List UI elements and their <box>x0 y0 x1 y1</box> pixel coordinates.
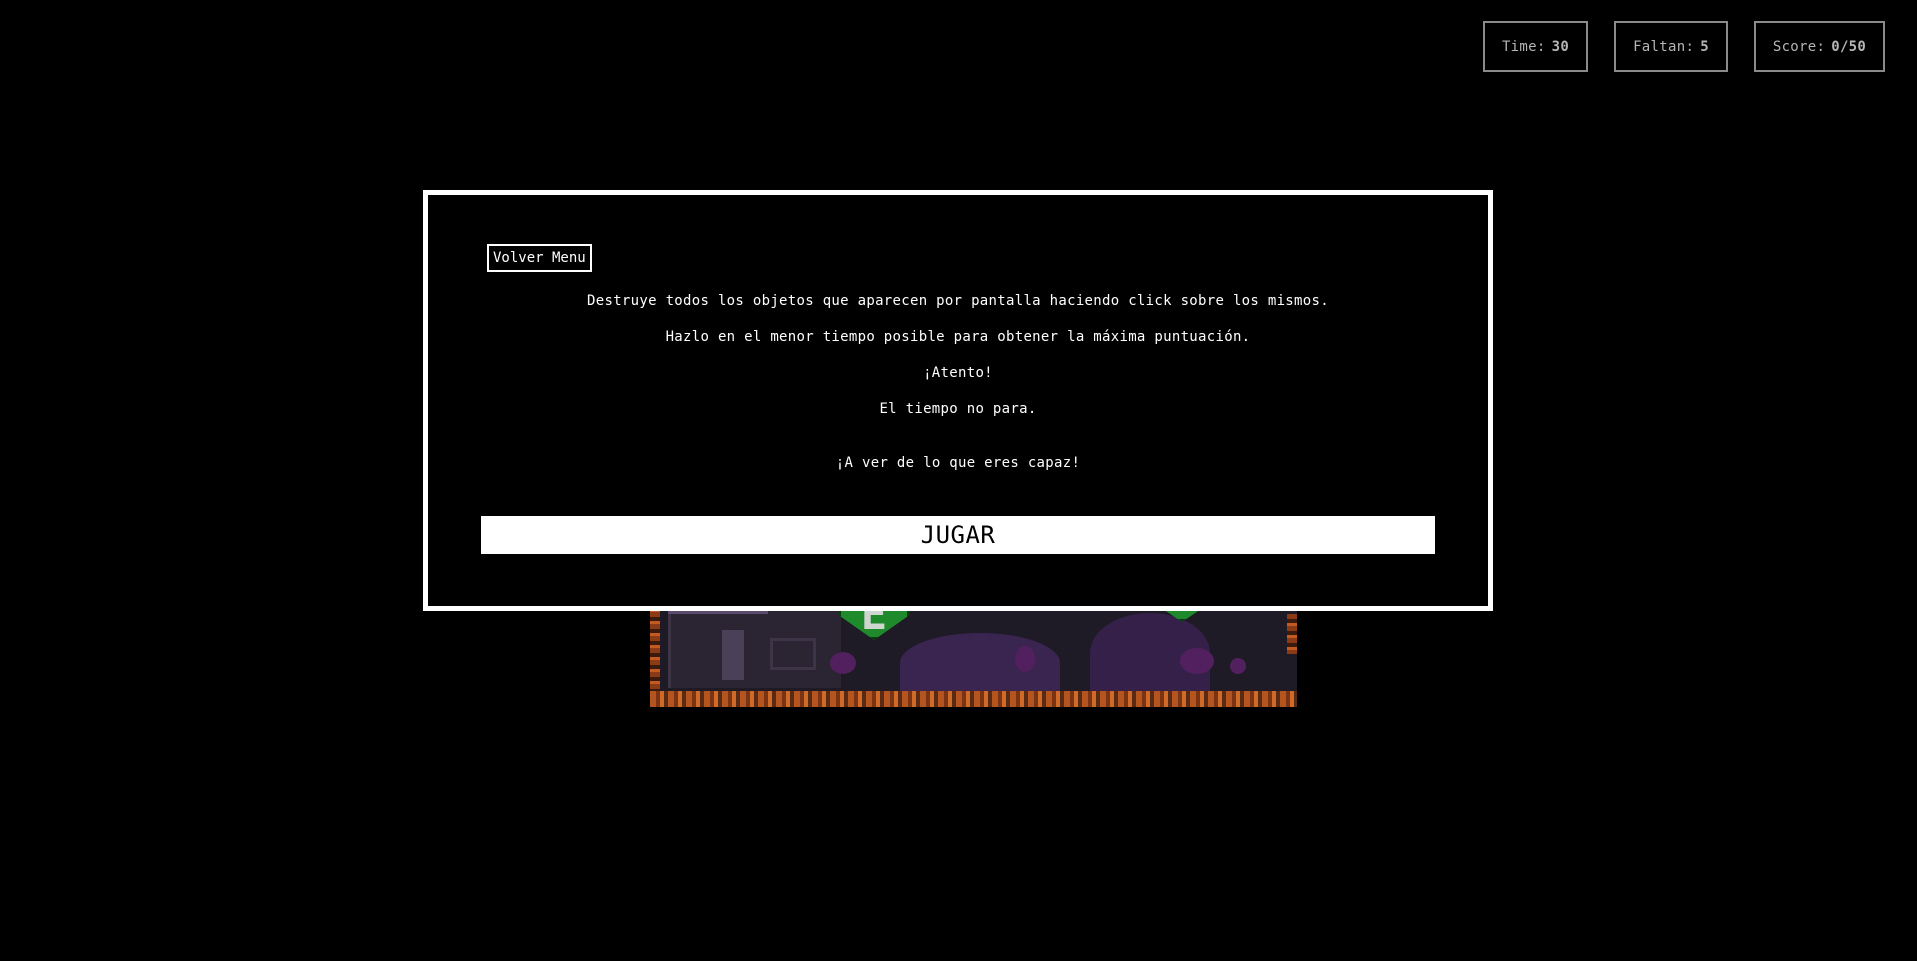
game-screen: Time: 30 Faltan: 5 Score: 0/50 E Volver … <box>0 0 1917 961</box>
time-label: Time: <box>1501 38 1546 55</box>
back-to-menu-button[interactable]: Volver Menu <box>487 244 592 272</box>
time-value: 30 <box>1551 38 1570 55</box>
bush <box>1230 658 1246 674</box>
remaining-value: 5 <box>1700 38 1709 55</box>
score-counter: Score: 0/50 <box>1754 21 1885 72</box>
instruction-line: ¡Atento! <box>923 365 993 381</box>
ruin-window <box>770 638 816 670</box>
remaining-counter: Faltan: 5 <box>1614 21 1728 72</box>
instruction-line: Hazlo en el menor tiempo posible para ob… <box>665 329 1251 345</box>
game-canvas[interactable]: E <box>650 600 1297 707</box>
instruction-line: Destruye todos los objetos que aparecen … <box>587 293 1329 309</box>
score-label: Score: <box>1772 38 1826 55</box>
bush <box>830 652 856 674</box>
ground-edge-right <box>1287 614 1297 654</box>
bush <box>1180 648 1214 674</box>
ground-strip <box>650 691 1297 707</box>
instruction-line: El tiempo no para. <box>879 401 1037 417</box>
score-value: 0/50 <box>1831 38 1867 55</box>
ruin-pillar <box>722 630 744 680</box>
bush <box>1015 646 1035 672</box>
time-counter: Time: 30 <box>1483 21 1588 72</box>
play-button[interactable]: JUGAR <box>481 516 1435 554</box>
remaining-label: Faltan: <box>1633 38 1695 55</box>
instruction-line: ¡A ver de lo que eres capaz! <box>835 455 1081 471</box>
instructions-modal: Volver Menu Destruye todos los objetos q… <box>423 190 1493 611</box>
background-hill <box>900 633 1060 693</box>
